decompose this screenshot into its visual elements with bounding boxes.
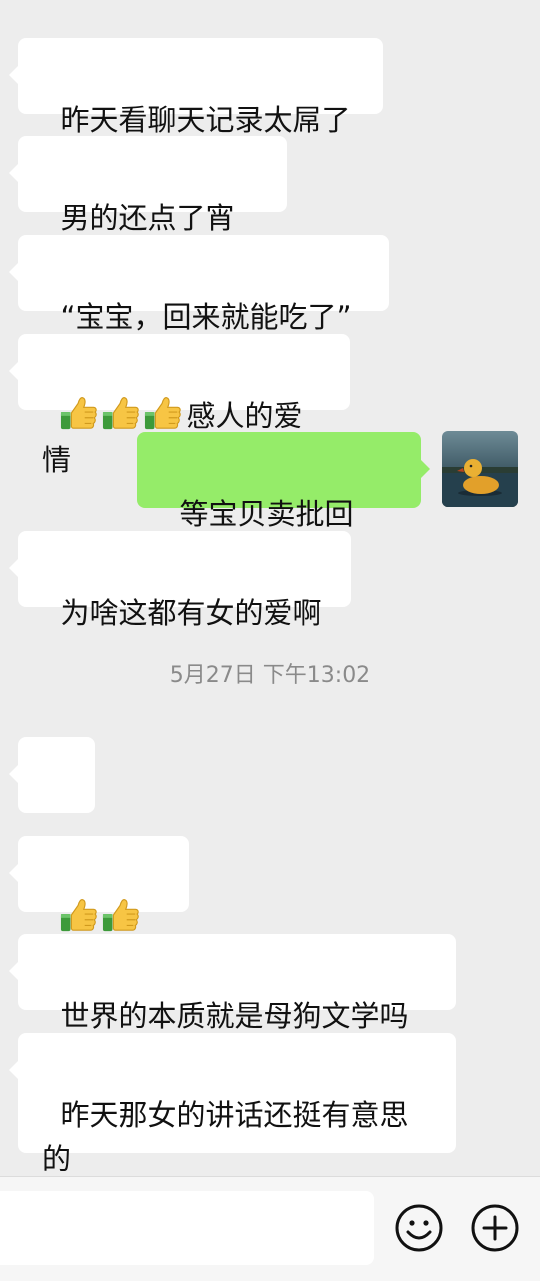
thumbs-up-icon bbox=[60, 896, 98, 934]
message-text: “宝宝，回来就能吃了” bbox=[60, 300, 352, 334]
message-bubble[interactable]: 操 bbox=[9, 737, 95, 880]
emoji-button[interactable] bbox=[394, 1203, 444, 1253]
more-button[interactable] bbox=[470, 1203, 520, 1253]
message-text: 昨天那女的讲话还挺有意思 的 bbox=[42, 1098, 409, 1176]
message-bubble[interactable]: 昨天那女的讲话还挺有意思 的 bbox=[9, 1033, 456, 1176]
message-input[interactable] bbox=[0, 1191, 374, 1265]
timestamp: 5月27日 下午13:02 bbox=[169, 663, 371, 688]
thumbs-up-icon bbox=[102, 394, 140, 432]
input-bar bbox=[0, 1176, 540, 1281]
message-text: 为啥这都有女的爱啊 bbox=[60, 596, 322, 630]
message-bubble[interactable] bbox=[9, 836, 189, 912]
message-bubble[interactable]: “宝宝，回来就能吃了” bbox=[9, 235, 389, 334]
message-bubble[interactable]: 昨天看聊天记录太屌了 bbox=[9, 38, 383, 137]
rubber-duck-avatar[interactable] bbox=[442, 431, 518, 507]
plus-circle-icon bbox=[471, 1204, 519, 1252]
message-text: 昨天看聊天记录太屌了 bbox=[60, 103, 351, 137]
message-bubble[interactable]: 感人的爱情 bbox=[9, 334, 350, 477]
thumbs-up-icon bbox=[102, 896, 140, 934]
smiley-icon bbox=[395, 1204, 443, 1252]
outgoing-message-bubble[interactable]: 等宝贝卖批回家? bbox=[137, 432, 430, 575]
avatar-image bbox=[442, 431, 518, 507]
thumbs-up-icon bbox=[60, 394, 98, 432]
message-bubble[interactable]: 男的还点了宵夜 bbox=[9, 136, 287, 279]
thumbs-up-icon bbox=[144, 394, 182, 432]
message-bubble[interactable]: 世界的本质就是母狗文学吗 bbox=[9, 934, 456, 1033]
message-text: 世界的本质就是母狗文学吗 bbox=[60, 999, 409, 1033]
message-bubble[interactable]: 为啥这都有女的爱啊 bbox=[9, 531, 351, 630]
